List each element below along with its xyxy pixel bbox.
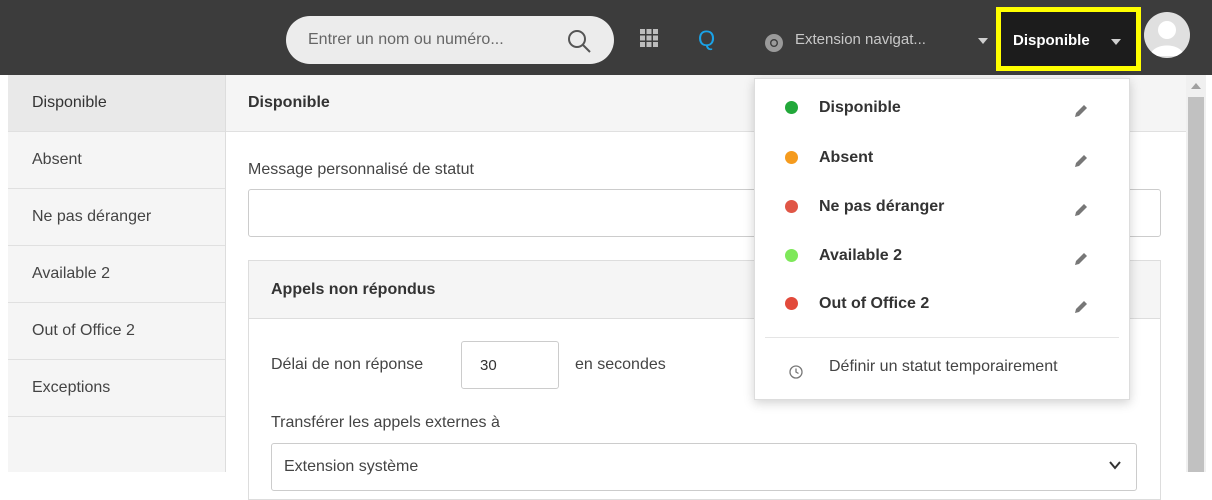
extension-label[interactable]: Extension navigat... bbox=[795, 31, 926, 48]
transfer-external-select[interactable]: Extension système bbox=[271, 443, 1137, 491]
status-option-label: Out of Office 2 bbox=[819, 295, 930, 312]
status-dot-icon bbox=[785, 249, 798, 262]
status-caret-icon bbox=[1111, 39, 1121, 45]
status-option-label: Disponible bbox=[819, 99, 901, 116]
sidebar-item-available-2[interactable]: Available 2 bbox=[8, 246, 225, 303]
top-bar: Q Extension navigat... Disponible bbox=[0, 0, 1212, 75]
set-temporary-status-option[interactable]: Définir un statut temporairement bbox=[829, 358, 1058, 376]
status-button[interactable]: Disponible bbox=[996, 7, 1141, 71]
no-answer-delay-label: Délai de non réponse bbox=[271, 356, 424, 373]
status-option-label: Available 2 bbox=[819, 247, 903, 264]
chevron-down-icon bbox=[1109, 461, 1121, 470]
status-message-label: Message personnalisé de statut bbox=[248, 161, 474, 178]
status-option-ne-pas-deranger[interactable]: Ne pas déranger bbox=[755, 182, 1129, 230]
status-option-label: Ne pas déranger bbox=[819, 198, 945, 215]
menu-divider bbox=[765, 337, 1119, 338]
apps-grid-icon[interactable] bbox=[640, 29, 658, 47]
status-option-disponible[interactable]: Disponible bbox=[755, 83, 1129, 131]
sidebar-item-disponible[interactable]: Disponible bbox=[8, 75, 225, 132]
delay-unit-label: en secondes bbox=[575, 356, 666, 373]
sidebar-item-out-of-office-2[interactable]: Out of Office 2 bbox=[8, 303, 225, 360]
transfer-select-value: Extension système bbox=[284, 458, 419, 475]
status-dot-icon bbox=[785, 297, 798, 310]
status-dot-icon bbox=[785, 101, 798, 114]
transfer-external-label: Transférer les appels externes à bbox=[271, 414, 500, 431]
status-dropdown-menu: Disponible Absent Ne pas déranger Availa… bbox=[754, 78, 1130, 400]
search-box[interactable] bbox=[286, 16, 614, 64]
search-input[interactable] bbox=[308, 28, 558, 52]
app-logo[interactable]: Q bbox=[698, 26, 715, 52]
sidebar-item-ne-pas-deranger[interactable]: Ne pas déranger bbox=[8, 189, 225, 246]
clock-icon bbox=[789, 365, 803, 379]
sidebar-item-exceptions[interactable]: Exceptions bbox=[8, 360, 225, 417]
status-option-out-of-office-2[interactable]: Out of Office 2 bbox=[755, 279, 1129, 327]
sidebar-item-absent[interactable]: Absent bbox=[8, 132, 225, 189]
status-option-absent[interactable]: Absent bbox=[755, 133, 1129, 181]
avatar[interactable] bbox=[1144, 12, 1190, 58]
scrollbar[interactable] bbox=[1186, 75, 1206, 472]
pencil-icon[interactable] bbox=[1073, 103, 1089, 119]
status-option-label: Absent bbox=[819, 149, 874, 166]
status-button-label: Disponible bbox=[1013, 32, 1090, 49]
scroll-up-arrow-icon[interactable] bbox=[1191, 83, 1201, 89]
no-answer-delay-input[interactable] bbox=[461, 341, 559, 389]
pencil-icon[interactable] bbox=[1073, 251, 1089, 267]
status-dot-icon bbox=[785, 200, 798, 213]
status-dot-icon bbox=[785, 151, 798, 164]
status-option-available-2[interactable]: Available 2 bbox=[755, 231, 1129, 279]
status-sidebar: Disponible Absent Ne pas déranger Availa… bbox=[8, 75, 226, 472]
search-icon[interactable] bbox=[566, 28, 592, 54]
pencil-icon[interactable] bbox=[1073, 202, 1089, 218]
pencil-icon[interactable] bbox=[1073, 299, 1089, 315]
user-silhouette-icon bbox=[1150, 21, 1184, 56]
chrome-icon bbox=[765, 34, 783, 52]
extension-caret-icon[interactable] bbox=[978, 38, 988, 44]
pencil-icon[interactable] bbox=[1073, 153, 1089, 169]
scroll-thumb[interactable] bbox=[1188, 97, 1204, 472]
